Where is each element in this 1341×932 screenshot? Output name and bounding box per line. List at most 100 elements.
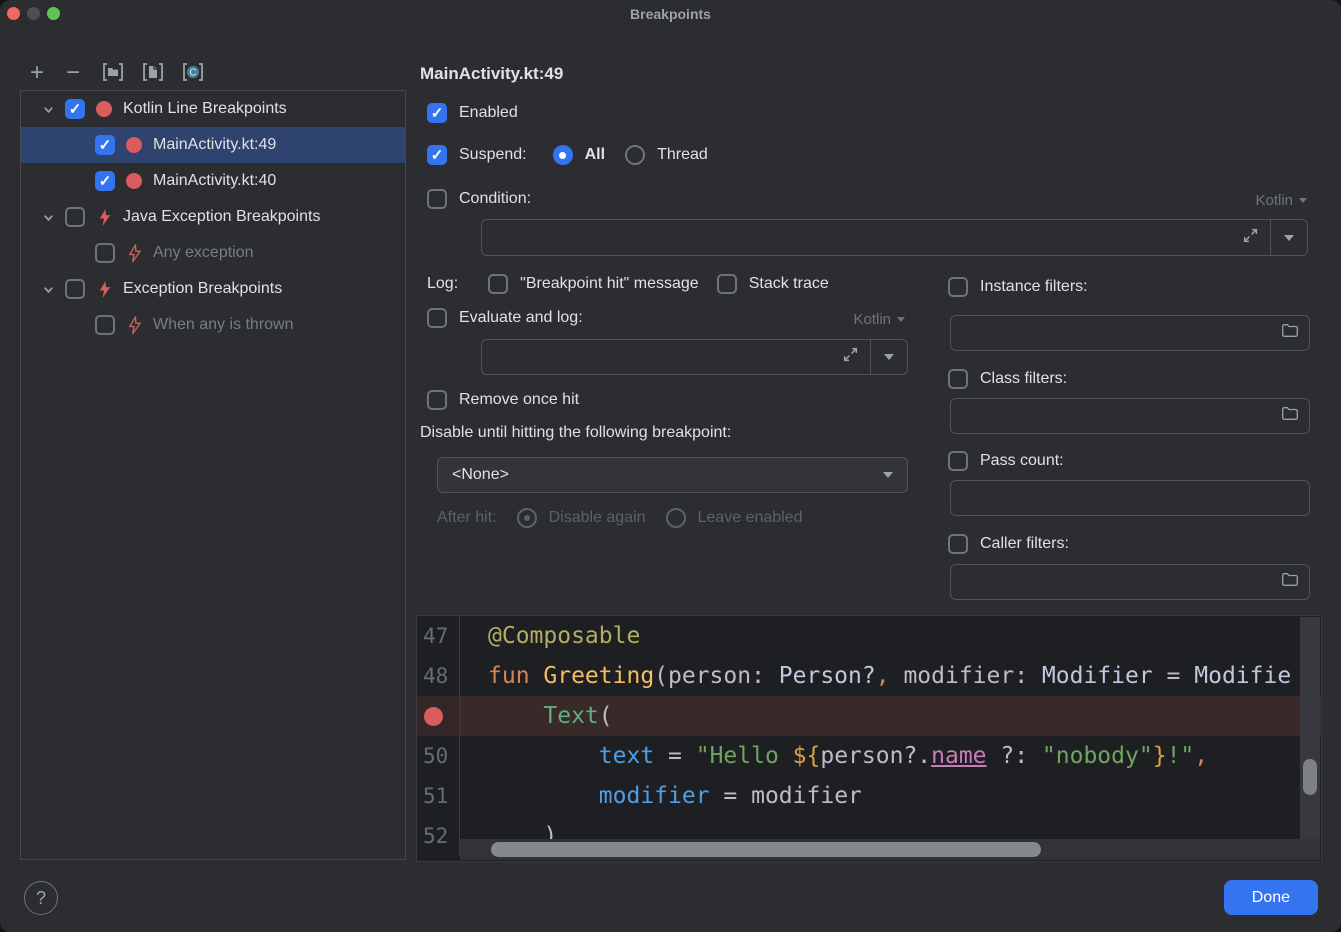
breakpoint-hit-message-checkbox[interactable] <box>488 274 508 294</box>
line-number-gutter[interactable]: 47 <box>417 616 460 656</box>
line-number-gutter[interactable]: 50 <box>417 736 460 776</box>
evaluate-language-chooser[interactable]: Kotlin <box>853 311 905 328</box>
group-by-file-button[interactable] <box>140 61 166 87</box>
add-breakpoint-button[interactable]: + <box>24 60 50 86</box>
breakpoint-dot-icon <box>125 172 143 190</box>
tree-item-checkbox[interactable]: ✓ <box>65 99 85 119</box>
disable-until-dropdown[interactable]: <None> <box>437 457 908 493</box>
tree-item-checkbox[interactable] <box>95 315 115 335</box>
group-by-class-button[interactable]: C <box>180 61 206 87</box>
tree-item-checkbox[interactable]: ✓ <box>95 135 115 155</box>
caller-filters-label: Caller filters: <box>980 535 1069 553</box>
enabled-checkbox[interactable]: ✓ <box>427 103 447 123</box>
line-number-gutter[interactable]: 51 <box>417 776 460 816</box>
instance-filters-input[interactable] <box>950 315 1310 351</box>
tree-item-exception-breakpoints[interactable]: Exception Breakpoints <box>21 271 405 307</box>
evaluate-and-log-checkbox[interactable] <box>427 308 447 328</box>
breakpoint-gutter[interactable] <box>417 696 460 736</box>
breakpoint-title: MainActivity.kt:49 <box>420 64 563 84</box>
after-hit-disable-label: Disable again <box>549 509 646 527</box>
breakpoints-dialog: Breakpoints + − C <box>0 0 1341 932</box>
tree-item-kotlin-line-breakpoints[interactable]: ✓Kotlin Line Breakpoints <box>21 91 405 127</box>
after-hit-disable-radio[interactable] <box>517 508 537 528</box>
breakpoint-hit-message-label: "Breakpoint hit" message <box>520 275 699 293</box>
after-hit-leave-radio[interactable] <box>666 508 686 528</box>
line-number-gutter[interactable]: 52 <box>417 816 460 856</box>
tree-item-checkbox[interactable] <box>65 279 85 299</box>
log-label: Log: <box>427 275 458 293</box>
condition-checkbox[interactable] <box>427 189 447 209</box>
done-button[interactable]: Done <box>1224 880 1318 915</box>
breakpoint-dot-icon[interactable] <box>424 707 443 726</box>
horizontal-scrollbar[interactable] <box>460 839 1320 860</box>
line-number-gutter[interactable]: 48 <box>417 656 460 696</box>
pass-count-row: Pass count: <box>948 451 1064 471</box>
expand-editor-button[interactable] <box>830 340 870 374</box>
tree-item-checkbox[interactable] <box>65 207 85 227</box>
chevron-down-icon <box>897 317 905 322</box>
evaluate-history-button[interactable] <box>870 340 907 374</box>
code-line-text: fun Greeting(person: Person?, modifier: … <box>460 656 1321 696</box>
tree-item-when-any-is-thrown[interactable]: When any is thrown <box>21 307 405 343</box>
tree-item-java-exception-breakpoints[interactable]: Java Exception Breakpoints <box>21 199 405 235</box>
tree-item-mainactivity-kt-49[interactable]: ✓ MainActivity.kt:49 <box>21 127 405 163</box>
instance-filters-label: Instance filters: <box>980 278 1088 296</box>
condition-history-button[interactable] <box>1270 220 1307 255</box>
folder-icon[interactable] <box>1281 572 1299 592</box>
tree-item-checkbox[interactable]: ✓ <box>95 171 115 191</box>
log-row: Log: "Breakpoint hit" message Stack trac… <box>427 274 829 294</box>
chevron-down-icon[interactable] <box>41 102 55 116</box>
disable-until-value: <None> <box>452 466 509 484</box>
chevron-down-icon[interactable] <box>41 282 55 296</box>
vertical-scrollbar-thumb[interactable] <box>1303 759 1317 795</box>
svg-text:C: C <box>189 67 196 78</box>
condition-row: Condition: <box>427 189 531 209</box>
expand-icon <box>1242 227 1259 249</box>
condition-input[interactable] <box>482 220 1230 255</box>
class-filters-input[interactable] <box>950 398 1310 434</box>
suspend-label: Suspend: <box>459 146 527 164</box>
exception-bolt-icon <box>125 244 143 262</box>
tree-item-label: Any exception <box>153 244 254 262</box>
class-filters-checkbox[interactable] <box>948 369 968 389</box>
group-by-package-icon <box>101 61 125 88</box>
after-hit-leave-label: Leave enabled <box>698 509 803 527</box>
caller-filters-checkbox[interactable] <box>948 534 968 554</box>
evaluate-input[interactable] <box>482 340 830 374</box>
pass-count-input[interactable] <box>950 480 1310 516</box>
group-by-package-button[interactable] <box>100 61 126 87</box>
instance-filters-checkbox[interactable] <box>948 277 968 297</box>
condition-language-chooser[interactable]: Kotlin <box>1255 192 1307 209</box>
group-by-file-icon <box>141 61 165 88</box>
help-button[interactable]: ? <box>24 881 58 915</box>
vertical-scrollbar[interactable] <box>1300 617 1320 839</box>
folder-icon[interactable] <box>1281 406 1299 426</box>
breakpoint-dot-icon <box>125 136 143 154</box>
tree-item-mainactivity-kt-40[interactable]: ✓MainActivity.kt:40 <box>21 163 405 199</box>
pass-count-checkbox[interactable] <box>948 451 968 471</box>
expand-icon <box>842 346 859 368</box>
suspend-checkbox[interactable]: ✓ <box>427 145 447 165</box>
chevron-down-icon[interactable] <box>41 210 55 224</box>
suspend-thread-radio[interactable] <box>625 145 645 165</box>
code-lines: 47@Composable48fun Greeting(person: Pers… <box>417 616 1321 856</box>
tree-item-label: MainActivity.kt:49 <box>153 136 276 154</box>
tree-item-label: When any is thrown <box>153 316 294 334</box>
suspend-all-radio[interactable] <box>553 145 573 165</box>
caller-filters-input[interactable] <box>950 564 1310 600</box>
stack-trace-label: Stack trace <box>749 275 829 293</box>
class-filters-label: Class filters: <box>980 370 1067 388</box>
expand-editor-button[interactable] <box>1230 220 1270 255</box>
tree-item-checkbox[interactable] <box>95 243 115 263</box>
code-line-text: text = "Hello ${person?.name ?: "nobody"… <box>460 736 1321 776</box>
evaluate-row: Evaluate and log: <box>427 308 583 328</box>
condition-input-group <box>481 219 1308 256</box>
code-line-text: Text( <box>460 696 1321 736</box>
folder-icon[interactable] <box>1281 323 1299 343</box>
stack-trace-checkbox[interactable] <box>717 274 737 294</box>
horizontal-scrollbar-thumb[interactable] <box>491 842 1041 857</box>
remove-breakpoint-button[interactable]: − <box>60 60 86 86</box>
tree-item-any-exception[interactable]: Any exception <box>21 235 405 271</box>
code-line-48: 48fun Greeting(person: Person?, modifier… <box>417 656 1321 696</box>
remove-once-hit-checkbox[interactable] <box>427 390 447 410</box>
